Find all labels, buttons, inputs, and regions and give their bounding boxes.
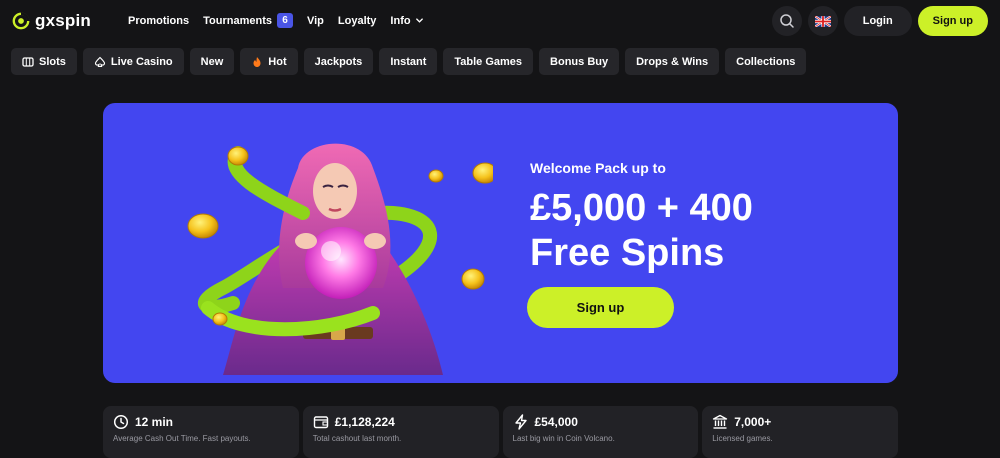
nav-loyalty[interactable]: Loyalty: [338, 15, 377, 27]
category-label: Live Casino: [110, 55, 173, 68]
category-jackpots[interactable]: Jackpots: [303, 48, 374, 75]
stat-value: £54,000: [534, 415, 578, 429]
category-instant[interactable]: Instant: [379, 48, 438, 75]
wallet-icon: [313, 416, 328, 429]
stat-card: 12 min Average Cash Out Time. Fast payou…: [103, 406, 299, 458]
hero-signup-button[interactable]: Sign up: [527, 287, 674, 328]
nav-promotions[interactable]: Promotions: [128, 15, 189, 27]
stat-card: £54,000 Last big win in Coin Volcano.: [502, 406, 699, 458]
top-header: gxspin Promotions Tournaments 6 Vip Loya…: [0, 0, 1000, 42]
stat-card: 7,000+ Licensed games.: [702, 406, 898, 458]
uk-flag-icon: [814, 15, 831, 27]
nav-info-label: Info: [390, 14, 411, 27]
language-button[interactable]: [807, 6, 838, 36]
category-table-games[interactable]: Table Games: [443, 48, 534, 75]
header-actions: Login Sign up: [771, 6, 988, 36]
hero-title-spins: Free Spins: [530, 232, 725, 274]
welcome-banner[interactable]: Welcome Pack up to £5,000 + 400 Free Spi…: [103, 103, 898, 383]
category-label: Instant: [390, 55, 427, 68]
category-label: Hot: [268, 55, 287, 68]
stat-description: Licensed games.: [712, 434, 773, 443]
stat-description: Total cashout last month.: [312, 434, 402, 443]
category-collections[interactable]: Collections: [725, 48, 807, 75]
login-button[interactable]: Login: [843, 6, 912, 36]
search-icon: [779, 14, 794, 28]
category-hot[interactable]: Hot: [240, 48, 298, 75]
stat-value: £1,128,224: [334, 415, 395, 429]
category-label: Jackpots: [314, 55, 363, 68]
category-bar: Slots Live Casino New Hot Jackpots Insta…: [11, 48, 807, 75]
lightning-icon: [514, 414, 527, 430]
stat-description: Last big win in Coin Volcano.: [512, 434, 615, 443]
stat-description: Average Cash Out Time. Fast payouts.: [113, 434, 251, 443]
category-label: Collections: [736, 55, 796, 68]
stat-card: £1,128,224 Total cashout last month.: [302, 406, 499, 458]
nav-vip[interactable]: Vip: [307, 15, 324, 27]
stat-value: 7,000+: [734, 415, 772, 429]
category-label: New: [200, 55, 224, 68]
spade-icon: [94, 56, 105, 67]
main-nav: Promotions Tournaments 6 Vip Loyalty Inf…: [128, 13, 438, 28]
nav-tournaments-label: Tournaments: [203, 14, 272, 27]
category-label: Drops & Wins: [636, 55, 709, 68]
category-label: Bonus Buy: [550, 55, 609, 68]
category-slots[interactable]: Slots: [11, 48, 77, 75]
category-label: Table Games: [454, 55, 523, 68]
clock-icon: [113, 414, 129, 430]
stats-row: 12 min Average Cash Out Time. Fast payou…: [103, 406, 898, 458]
search-button[interactable]: [771, 6, 802, 36]
hero-subtitle: Welcome Pack up to: [530, 160, 666, 176]
slot-machine-icon: [22, 56, 34, 67]
category-label: Slots: [39, 55, 66, 68]
category-drops-wins[interactable]: Drops & Wins: [625, 48, 720, 75]
flame-icon: [253, 56, 261, 67]
hero-title-amount: £5,000 + 400: [530, 187, 753, 229]
nav-tournaments[interactable]: Tournaments 6: [203, 13, 293, 28]
nav-info[interactable]: Info: [390, 15, 423, 27]
gxspin-logo-icon: [12, 12, 30, 30]
logo[interactable]: gxspin: [12, 11, 91, 31]
sorceress-illustration: [187, 143, 493, 375]
category-live-casino[interactable]: Live Casino: [82, 48, 184, 75]
category-new[interactable]: New: [189, 48, 235, 75]
stat-value: 12 min: [135, 415, 174, 429]
tournaments-count-badge: 6: [276, 13, 293, 28]
building-icon: [713, 414, 728, 429]
header-signup-button[interactable]: Sign up: [917, 6, 988, 36]
chevron-down-icon: [415, 18, 423, 23]
category-bonus-buy[interactable]: Bonus Buy: [539, 48, 620, 75]
brand-name: gxspin: [35, 11, 91, 30]
